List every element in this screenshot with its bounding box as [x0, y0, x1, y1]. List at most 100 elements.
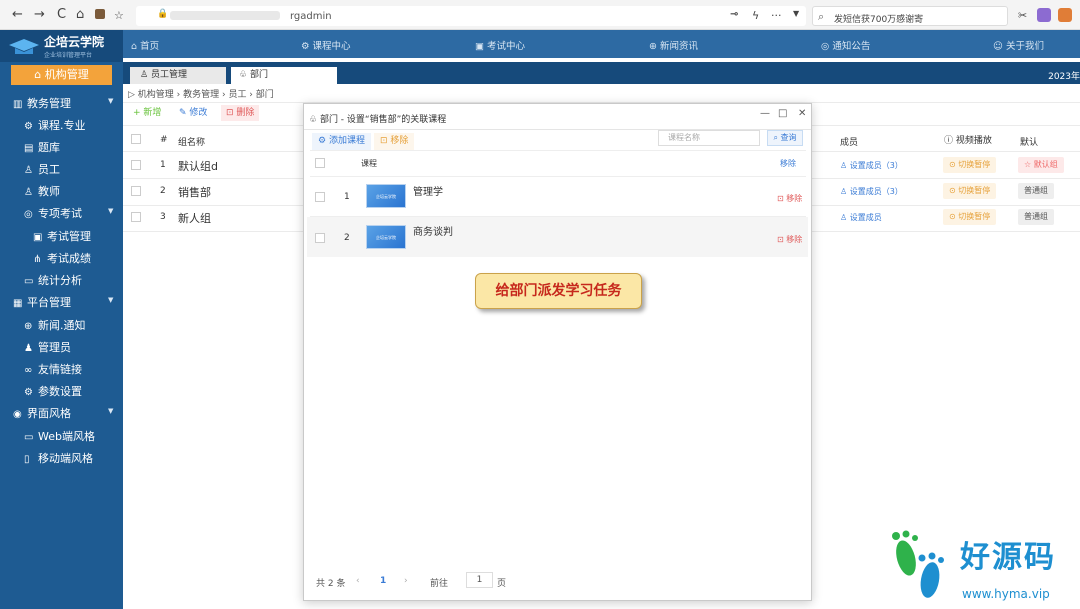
sidebar-item-exam-scores[interactable]: ⋔ 考试成绩	[33, 250, 91, 266]
row-checkbox[interactable]	[131, 160, 141, 170]
extension-orange-icon[interactable]	[1058, 8, 1072, 22]
select-all-checkbox[interactable]	[315, 158, 325, 168]
sidebar-item-platform[interactable]: ▦ 平台管理	[13, 294, 71, 310]
scissors-icon[interactable]: ✂	[1018, 9, 1027, 22]
caret-down-icon[interactable]: ▼	[108, 407, 113, 415]
row-group-name[interactable]: 默认组d	[178, 158, 218, 174]
header-default: 默认	[1020, 138, 1039, 148]
remove-link[interactable]: ⊡ 移除	[777, 193, 802, 204]
set-members-link[interactable]: ♙ 设置成员	[840, 212, 882, 223]
normal-group-tag[interactable]: 普通组	[1018, 209, 1054, 225]
key-icon[interactable]: ⊸	[730, 9, 738, 20]
set-members-link[interactable]: ♙ 设置成员（3）	[840, 160, 903, 171]
normal-group-tag[interactable]: 普通组	[1018, 183, 1054, 199]
set-members-link[interactable]: ♙ 设置成员（3）	[840, 186, 903, 197]
back-icon[interactable]: ←	[12, 7, 23, 23]
plus-icon: +	[133, 108, 144, 118]
search-icon: ⌕	[773, 133, 781, 142]
caret-down-icon[interactable]: ▼	[108, 207, 113, 215]
select-all-checkbox[interactable]	[131, 134, 141, 144]
question-bank-icon: ▤	[24, 143, 34, 154]
sidebar-item-settings[interactable]: ⚙ 参数设置	[24, 383, 82, 399]
caret-down-icon[interactable]: ▼	[108, 296, 113, 304]
add-course-button[interactable]: ⚙ 添加课程	[312, 133, 371, 150]
home-icon[interactable]: ⌂	[76, 7, 84, 23]
sidebar-item-teachers[interactable]: ♙ 教师	[24, 183, 60, 199]
chevron-down-icon[interactable]: ▼	[793, 9, 799, 18]
globe-icon: ⊕	[649, 41, 660, 52]
page-input[interactable]: 1	[466, 572, 493, 588]
nav-notices[interactable]: ◎ 通知公告	[821, 38, 870, 52]
browser-search-input[interactable]: ⌕ 发短信获700万感谢寄	[812, 6, 1008, 26]
graduation-cap-icon	[9, 39, 39, 54]
new-button[interactable]: + 新增	[128, 105, 166, 121]
add-course-icon: ⚙	[318, 136, 329, 146]
caret-down-icon[interactable]: ▼	[108, 97, 113, 105]
toggle-pause-button[interactable]: ⊙ 切换暂停	[943, 209, 997, 225]
browser-toolbar: ← → C ⌂ ☆ 🔒 rgadmin ⊸ ϟ ··· ▼ ⌕ 发短信获700万…	[0, 0, 1080, 30]
sidebar-item-special-exam[interactable]: ◎ 专项考试	[24, 205, 82, 221]
default-group-tag[interactable]: ☆ 默认组	[1018, 157, 1064, 173]
remove-button[interactable]: ⊡ 移除	[374, 133, 415, 150]
course-icon: ⚙	[24, 121, 33, 132]
bar-chart-icon: ▥	[13, 99, 23, 110]
next-page-icon[interactable]: ›	[404, 576, 408, 586]
maximize-icon[interactable]: □	[778, 108, 787, 119]
more-icon[interactable]: ···	[771, 9, 782, 22]
forward-icon[interactable]: →	[34, 7, 45, 23]
row-checkbox[interactable]	[131, 212, 141, 222]
sidebar-item-employees[interactable]: ♙ 员工	[24, 161, 60, 177]
toggle-pause-button[interactable]: ⊙ 切换暂停	[943, 157, 997, 173]
sidebar-item-statistics[interactable]: ▭ 统计分析	[24, 272, 82, 288]
sidebar-item-theme[interactable]: ◉ 界面风格	[13, 405, 71, 421]
url-text[interactable]: rgadmin	[290, 11, 332, 22]
breadcrumb: ▷ 机构管理 › 教务管理 › 员工 › 部门	[128, 90, 274, 100]
row-checkbox[interactable]	[315, 233, 325, 243]
sidebar-item-web-style[interactable]: ▭ Web端风格	[24, 428, 95, 444]
course-name-input[interactable]: 课程名称	[658, 130, 760, 146]
sidebar-item-courses[interactable]: ⚙ 课程.专业	[24, 117, 86, 133]
prev-page-icon[interactable]: ‹	[356, 576, 360, 586]
edit-button[interactable]: ✎ 修改	[174, 105, 212, 121]
toggle-pause-button[interactable]: ⊙ 切换暂停	[943, 183, 997, 199]
nav-course-center[interactable]: ⚙ 课程中心	[301, 38, 351, 52]
remove-link[interactable]: ⊡ 移除	[777, 234, 802, 245]
query-button[interactable]: ⌕ 查询	[767, 130, 803, 146]
delete-button[interactable]: ⊡ 删除	[221, 105, 260, 121]
header-index: #	[160, 135, 168, 145]
brand-logo[interactable]: 企培云学院 企业培训管理平台	[0, 30, 123, 62]
annotation-callout: 给部门派发学习任务	[475, 273, 642, 309]
about-icon: ☺	[993, 41, 1006, 52]
row-index: 2	[160, 186, 166, 196]
minimize-icon[interactable]: —	[760, 108, 770, 119]
star-icon[interactable]: ☆	[114, 9, 124, 22]
row-group-name[interactable]: 新人组	[178, 210, 211, 226]
close-icon[interactable]: ✕	[798, 108, 806, 119]
tab-department[interactable]: ♧ 部门	[231, 67, 337, 84]
nav-home[interactable]: ⌂ 首页	[131, 38, 159, 52]
extension-purple-icon[interactable]	[1037, 8, 1051, 22]
nav-exam-center[interactable]: ▣ 考试中心	[475, 38, 525, 52]
row-checkbox[interactable]	[315, 192, 325, 202]
brand-subtitle: 企业培训管理平台	[44, 52, 93, 59]
lightning-icon[interactable]: ϟ	[752, 9, 759, 22]
tab-employee-management[interactable]: ♙ 员工管理	[130, 67, 226, 84]
breadcrumb-marker-icon: ▷	[128, 90, 138, 100]
nav-about[interactable]: ☺ 关于我们	[993, 38, 1044, 52]
nav-news[interactable]: ⊕ 新闻资讯	[649, 38, 698, 52]
row-group-name[interactable]: 销售部	[178, 184, 211, 200]
reload-icon[interactable]: C	[57, 7, 66, 23]
org-management-button[interactable]: ⌂ 机构管理	[11, 65, 112, 85]
sidebar-item-academic[interactable]: ▥ 教务管理	[13, 95, 71, 111]
sidebar-item-exam-manage[interactable]: ▣ 考试管理	[33, 228, 91, 244]
sidebar-item-question-bank[interactable]: ▤ 题库	[24, 139, 60, 155]
sidebar-item-admins[interactable]: ♟ 管理员	[24, 339, 71, 355]
sidebar-item-links[interactable]: ∞ 友情链接	[24, 361, 82, 377]
extension-icon[interactable]	[95, 9, 105, 19]
settings-icon: ⚙	[24, 387, 33, 398]
monitor-icon: ▭	[24, 432, 34, 443]
page-number[interactable]: 1	[380, 576, 386, 586]
row-checkbox[interactable]	[131, 186, 141, 196]
sidebar-item-news-notices[interactable]: ⊕ 新闻.通知	[24, 317, 86, 333]
sidebar-item-mobile-style[interactable]: ▯ 移动端风格	[24, 450, 93, 466]
